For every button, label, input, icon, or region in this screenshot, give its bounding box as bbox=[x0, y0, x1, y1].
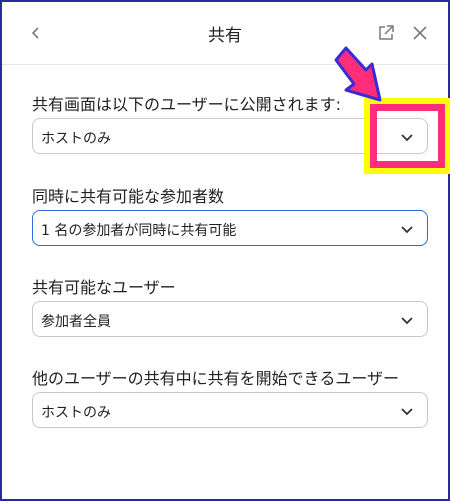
highlight-box bbox=[364, 98, 450, 174]
chevron-down-icon bbox=[401, 317, 413, 325]
who-can-share-label: 共有可能なユーザー bbox=[32, 278, 176, 297]
chevron-down-icon bbox=[401, 226, 413, 234]
pointer-arrow-icon bbox=[334, 46, 382, 102]
visibility-label: 共有画面は以下のユーザーに公開されます: bbox=[32, 95, 342, 114]
close-button[interactable] bbox=[408, 21, 432, 45]
close-icon bbox=[413, 26, 427, 40]
who-can-share-select-value: 参加者全員 bbox=[41, 314, 111, 330]
concurrent-sharers-select[interactable]: 1 名の参加者が同時に共有可能 bbox=[32, 210, 428, 246]
interrupt-sharing-select[interactable]: ホストのみ bbox=[32, 392, 428, 428]
visibility-select[interactable]: ホストのみ bbox=[32, 118, 428, 154]
concurrent-sharers-label: 同時に共有可能な参加者数 bbox=[32, 187, 225, 206]
who-can-share-select[interactable]: 参加者全員 bbox=[32, 301, 428, 337]
interrupt-sharing-label: 他のユーザーの共有中に共有を開始できるユーザー bbox=[32, 369, 400, 388]
share-settings-panel: 共有 共有画面は以下のユーザーに公開されます: ホストのみ 同時に共有可能な参加… bbox=[0, 0, 450, 501]
chevron-down-icon bbox=[401, 408, 413, 416]
interrupt-sharing-select-value: ホストのみ bbox=[41, 405, 111, 421]
external-link-icon bbox=[379, 25, 394, 40]
visibility-select-value: ホストのみ bbox=[41, 131, 111, 147]
concurrent-sharers-select-value: 1 名の参加者が同時に共有可能 bbox=[41, 223, 237, 239]
